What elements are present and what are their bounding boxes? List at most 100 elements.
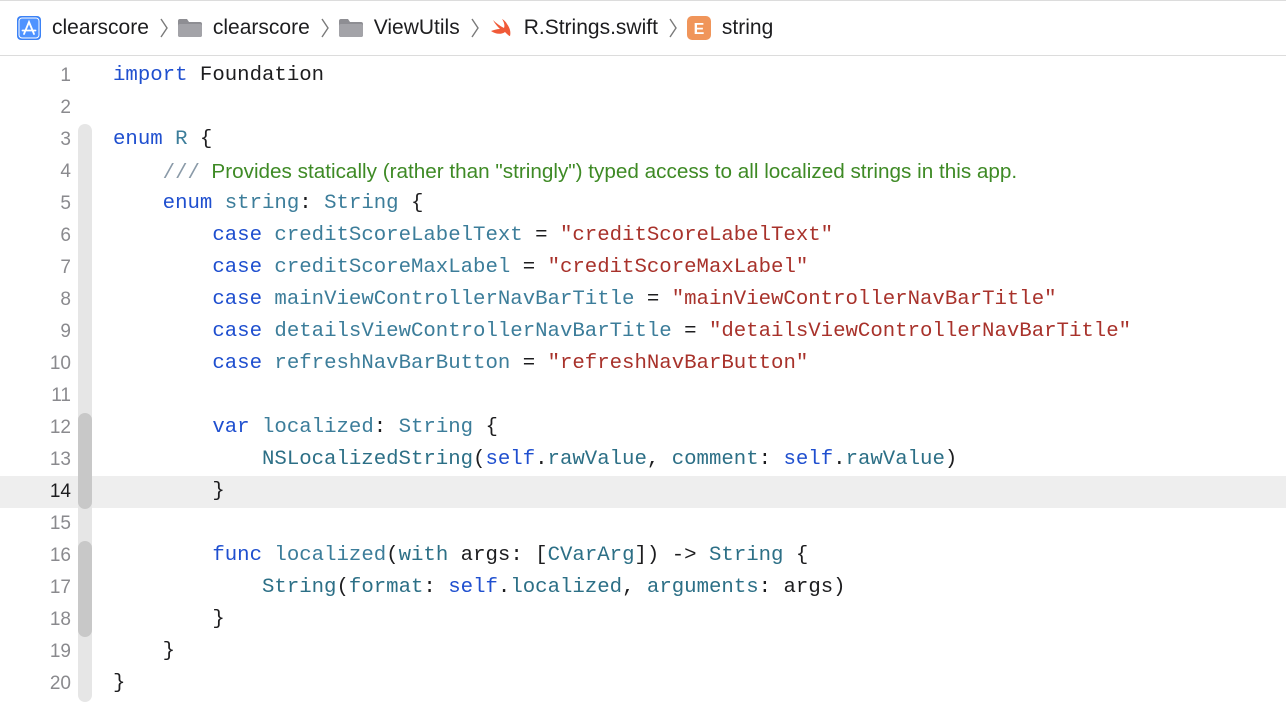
code-editor[interactable]: 1 import Foundation 2 3 enum R {4 /// Provid… [0,60,1286,704]
enum-icon: E [686,16,711,40]
chevron-right-icon [321,18,329,38]
fold-ribbon[interactable] [78,541,92,637]
code-line[interactable]: 14 } [0,476,1286,508]
code-line[interactable]: 17 String(format: self.localized, argume… [0,572,1286,604]
code-text[interactable]: case creditScoreLabelText = "creditScore… [113,220,833,252]
line-number: 4 [60,161,71,182]
line-number: 8 [60,289,71,310]
code-token: rawValue [845,448,945,471]
code-token: import [113,64,188,87]
code-token: comment [671,448,759,471]
folder-icon [338,19,363,37]
code-token: ( [336,576,349,599]
line-number: 13 [49,449,71,470]
code-token: } [113,608,225,631]
code-token: localized [262,416,374,439]
line-number: 17 [49,577,71,598]
code-text[interactable]: /// Provides statically (rather than "st… [113,156,1018,190]
breadcrumb-group-viewutils[interactable]: ViewUtils [338,15,460,41]
code-token: args: [ [448,544,548,567]
code-line[interactable]: 1 import Foundation [0,60,1286,92]
code-token: Foundation [187,64,325,87]
breadcrumb-project[interactable]: clearscore [16,15,149,41]
code-text[interactable]: case mainViewControllerNavBarTitle = "ma… [113,284,1057,316]
fold-ribbon[interactable] [78,413,92,509]
code-token: format [348,576,424,599]
code-line[interactable]: 7 case creditScoreMaxLabel = "creditScor… [0,252,1286,284]
chevron-right-icon [160,18,168,38]
code-token: ( [386,544,399,567]
code-text[interactable]: case creditScoreMaxLabel = "creditScoreM… [113,252,808,284]
code-token: func [212,544,262,567]
code-token: : [423,576,449,599]
breadcrumb-symbol[interactable]: E string [686,15,773,41]
breadcrumb-label: clearscore [52,16,149,39]
code-token: String [261,576,337,599]
code-line[interactable]: 4 /// Provides statically (rather than "… [0,156,1286,188]
code-token: "mainViewControllerNavBarTitle" [671,288,1057,311]
breadcrumb-label: R.Strings.swift [523,16,658,39]
code-token: CVarArg [547,544,635,567]
code-text[interactable]: } [113,476,224,508]
code-token: = [634,288,672,311]
code-text[interactable]: var localized: String { [113,412,498,444]
code-line[interactable]: 10 case refreshNavBarButton = "refreshNa… [0,348,1286,380]
enum-icon-letter: E [694,21,705,38]
code-line[interactable]: 9 case detailsViewControllerNavBarTitle … [0,316,1286,348]
line-number: 9 [60,321,71,342]
code-line[interactable]: 19 } [0,636,1286,668]
code-token: { [473,416,498,439]
code-text[interactable]: case refreshNavBarButton = "refreshNavBa… [113,348,808,380]
line-number: 14 [49,481,71,502]
code-line[interactable]: 12 var localized: String { [0,412,1286,444]
code-token: "refreshNavBarButton" [547,352,809,375]
line-number: 15 [49,513,71,534]
code-line[interactable]: 6 case creditScoreLabelText = "creditSco… [0,220,1286,252]
code-line[interactable]: 18 } [0,604,1286,636]
code-text[interactable]: import Foundation [113,60,324,92]
line-number: 19 [49,641,71,662]
code-token: } [113,672,126,695]
code-line[interactable]: 3 enum R { [0,124,1286,156]
code-token: enum [113,128,163,151]
code-line[interactable]: 13 NSLocalizedString(self.rawValue, comm… [0,444,1286,476]
code-line[interactable]: 5 enum string: String { [0,188,1286,220]
code-line[interactable]: 15 [0,508,1286,540]
code-token: self [783,448,834,471]
code-text[interactable]: NSLocalizedString(self.rawValue, comment… [113,444,957,476]
code-text[interactable]: case detailsViewControllerNavBarTitle = … [113,316,1131,348]
code-text[interactable]: } [113,604,225,636]
code-token: string [224,192,300,215]
code-token: "creditScoreLabelText" [559,224,834,247]
code-line[interactable]: 8 case mainViewControllerNavBarTitle = "… [0,284,1286,316]
code-token: localized [274,544,387,567]
jump-bar: clearscore clearscore ViewUtils R.String… [0,0,1286,56]
code-text[interactable]: } [113,668,125,700]
line-number: 1 [60,65,71,86]
code-token: refreshNavBarButton [274,352,511,375]
code-line[interactable]: 2 [0,92,1286,124]
code-text[interactable]: String(format: self.localized, arguments… [113,572,846,604]
code-line[interactable]: 11 [0,380,1286,412]
code-text[interactable]: enum R { [113,124,212,156]
code-token: NSLocalizedString [261,448,474,471]
code-line[interactable]: 20} [0,668,1286,700]
code-token: var [212,416,250,439]
code-token: : args) [758,576,846,599]
code-token: "detailsViewControllerNavBarTitle" [708,320,1132,343]
breadcrumb-file[interactable]: R.Strings.swift [488,15,658,41]
line-number: 18 [49,609,71,630]
code-token: String [708,544,784,567]
code-line[interactable]: 16 func localized(with args: [CVarArg]) … [0,540,1286,572]
breadcrumb-label: string [721,16,774,39]
code-token: = [510,256,548,279]
code-text[interactable]: func localized(with args: [CVarArg]) -> … [113,540,808,572]
code-text[interactable]: enum string: String { [113,188,424,220]
breadcrumb-group-clearscore[interactable]: clearscore [177,15,310,41]
code-token: enum [162,192,213,215]
line-number: 10 [49,353,71,374]
code-text[interactable]: } [113,636,175,668]
